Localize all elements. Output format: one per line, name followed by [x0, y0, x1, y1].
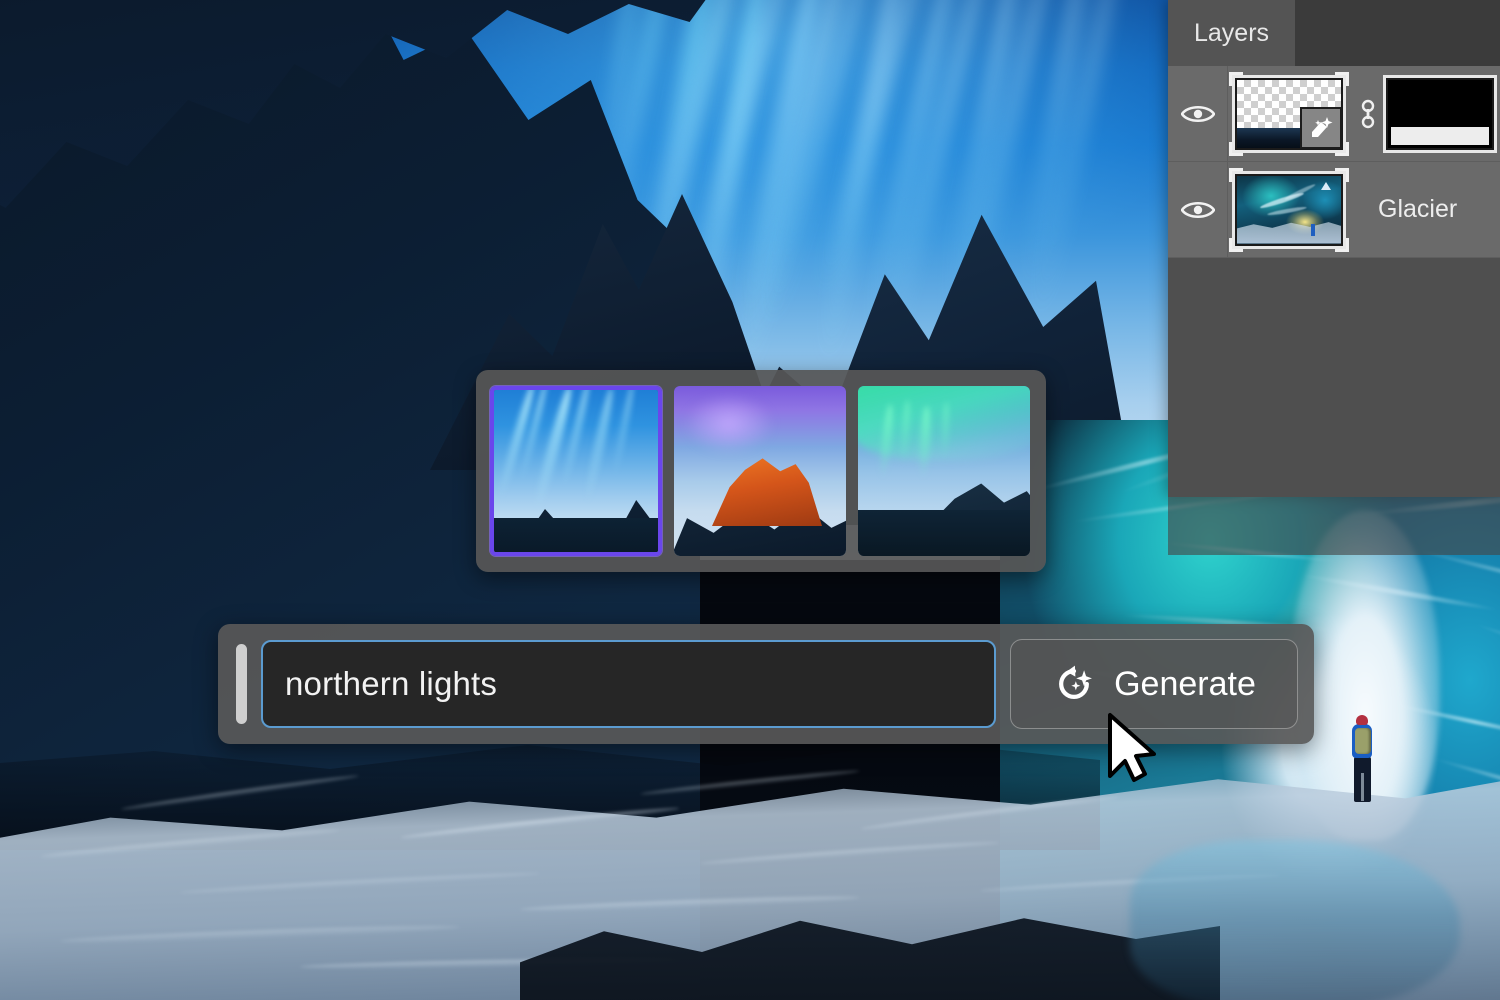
prompt-input[interactable]: northern lights: [261, 640, 996, 728]
variation-thumbnail-1[interactable]: [490, 386, 662, 556]
layer-mask-thumbnail[interactable]: [1386, 78, 1494, 150]
generative-fill-prompt-bar: northern lights Generate: [218, 624, 1314, 744]
layer-visibility-toggle[interactable]: [1168, 66, 1228, 161]
layer-visibility-toggle[interactable]: [1168, 162, 1228, 257]
eye-icon: [1181, 199, 1215, 221]
variation-thumbnail-2[interactable]: [674, 386, 846, 556]
generate-button[interactable]: Generate: [1010, 639, 1298, 729]
layer-thumbnail: [1235, 174, 1343, 246]
layer-row[interactable]: [1168, 66, 1500, 162]
variations-tray: [476, 370, 1046, 572]
variation-thumbnail-3[interactable]: [858, 386, 1030, 556]
prompt-input-value: northern lights: [285, 665, 497, 703]
layer-thumbnail-cell[interactable]: [1228, 66, 1350, 161]
link-icon: [1358, 97, 1378, 131]
prompt-bar-drag-handle[interactable]: [236, 644, 247, 724]
tab-layers[interactable]: Layers: [1168, 0, 1295, 66]
layer-row[interactable]: Glacier: [1168, 162, 1500, 258]
water-reflection: [1130, 840, 1460, 1000]
app-canvas: northern lights Generate Layers Glacier: [0, 0, 1500, 1000]
panel-tab-bar: Layers: [1168, 0, 1500, 66]
layers-panel: Layers Glacier: [1168, 0, 1500, 497]
layer-name: Glacier: [1350, 195, 1500, 224]
layer-thumbnail-cell[interactable]: [1228, 162, 1350, 257]
generate-button-label: Generate: [1114, 665, 1256, 704]
layer-mask-link[interactable]: [1350, 97, 1386, 131]
layers-panel-overlay-fade: [1168, 497, 1500, 555]
tab-layers-label: Layers: [1194, 19, 1269, 48]
eye-icon: [1181, 103, 1215, 125]
refresh-sparkle-icon: [1052, 662, 1096, 706]
layer-thumbnail: [1235, 78, 1343, 150]
hiker-figure: [1345, 715, 1379, 807]
